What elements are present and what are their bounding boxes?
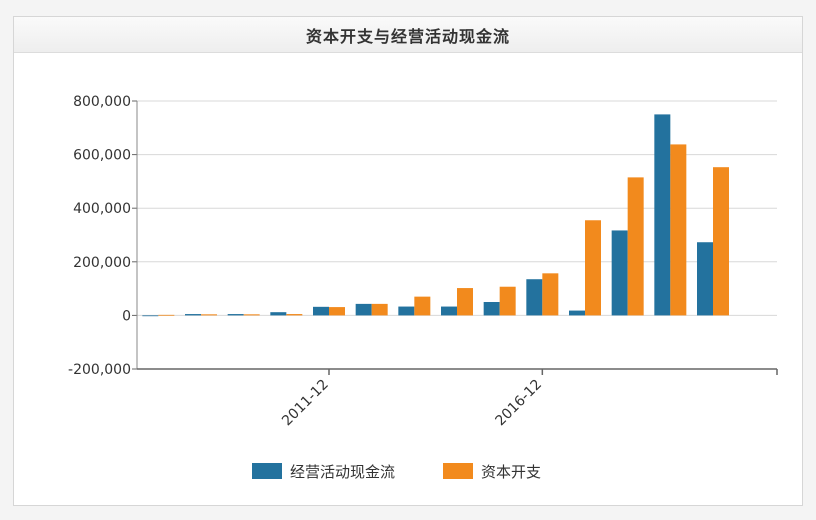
bar-operating-cashflow xyxy=(227,314,244,316)
y-tick-label: 600,000 xyxy=(73,148,131,164)
bar-capex xyxy=(585,220,601,316)
bar-capex xyxy=(670,144,687,316)
bar-operating-cashflow xyxy=(611,230,628,316)
bar-capex xyxy=(371,303,388,316)
bar-operating-cashflow xyxy=(483,302,500,316)
bar-operating-cashflow xyxy=(569,310,585,316)
bar-capex xyxy=(286,314,303,316)
bar-capex xyxy=(329,307,345,316)
bar-operating-cashflow xyxy=(355,303,372,316)
x-tick-label: 2011-12 xyxy=(279,377,332,430)
bar-operating-cashflow xyxy=(185,314,201,316)
bar-operating-cashflow xyxy=(270,312,287,316)
legend-label: 资本开支 xyxy=(481,463,541,481)
y-tick-label: 400,000 xyxy=(73,201,131,217)
bar-capex xyxy=(414,296,431,316)
x-tick-label: 2016-12 xyxy=(492,377,545,430)
bar-capex xyxy=(627,177,644,316)
bar-capex xyxy=(542,273,559,316)
y-tick-label: 0 xyxy=(122,308,131,324)
bar-operating-cashflow xyxy=(654,114,671,316)
bar-operating-cashflow xyxy=(697,242,713,316)
legend-swatch xyxy=(443,463,473,479)
bar-capex xyxy=(158,314,175,316)
bar-chart: 800,000 600,000 400,000 200,000 0 -200,000 201… xyxy=(68,94,778,481)
bar-capex xyxy=(457,288,473,316)
bar-capex xyxy=(499,286,516,316)
bar-capex xyxy=(713,167,729,316)
bar-capex xyxy=(243,314,260,316)
bar-operating-cashflow xyxy=(441,306,457,316)
bar-operating-cashflow xyxy=(526,279,543,316)
bar-operating-cashflow xyxy=(313,306,329,316)
legend-label: 经营活动现金流 xyxy=(290,463,395,481)
y-tick-label: 800,000 xyxy=(73,94,131,110)
bar-operating-cashflow xyxy=(142,315,159,317)
bar-operating-cashflow xyxy=(398,306,415,316)
legend-swatch xyxy=(252,463,282,479)
y-tick-label: -200,000 xyxy=(68,362,131,378)
y-tick-label: 200,000 xyxy=(73,255,131,271)
bar-capex xyxy=(201,314,217,316)
